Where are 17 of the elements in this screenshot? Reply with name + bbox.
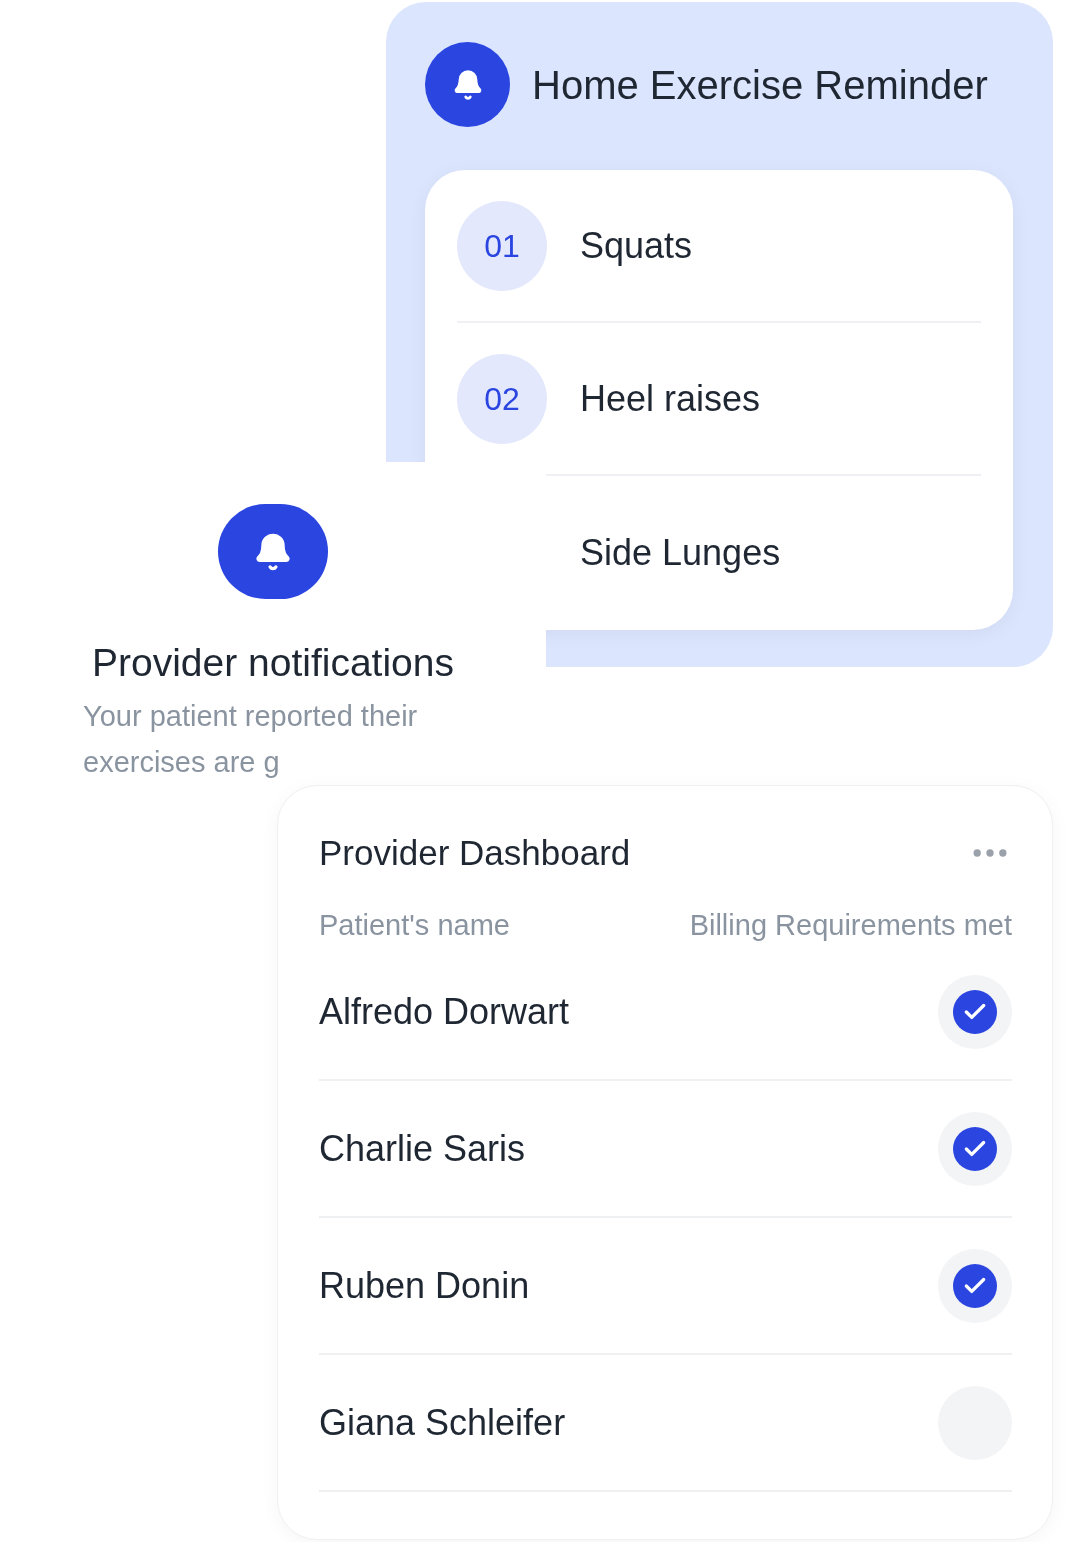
notification-text: exercises are g (83, 745, 280, 780)
patient-name: Alfredo Dorwart (319, 989, 570, 1034)
exercise-name: Heel raises (580, 376, 761, 421)
patient-name: Charlie Saris (319, 1126, 526, 1171)
exercise-name: Side Lunges (580, 530, 781, 575)
exercise-number: 01 (457, 200, 547, 291)
exercise-name: Squats (580, 223, 693, 268)
notification-title: Provider notifications (92, 640, 454, 686)
notification-text: Your patient reported their (83, 699, 418, 734)
bell-icon (253, 531, 293, 572)
patient-name: Giana Schleifer (319, 1400, 566, 1445)
exercise-number: 02 (457, 353, 547, 444)
dashboard-title: Provider Dashboard (319, 831, 631, 874)
column-header: Billing Requirements met (689, 908, 1012, 944)
patient-name: Ruben Donin (319, 1263, 530, 1308)
column-header: Patient's name (319, 908, 510, 944)
reminder-title: Home Exercise Reminder (532, 61, 988, 109)
